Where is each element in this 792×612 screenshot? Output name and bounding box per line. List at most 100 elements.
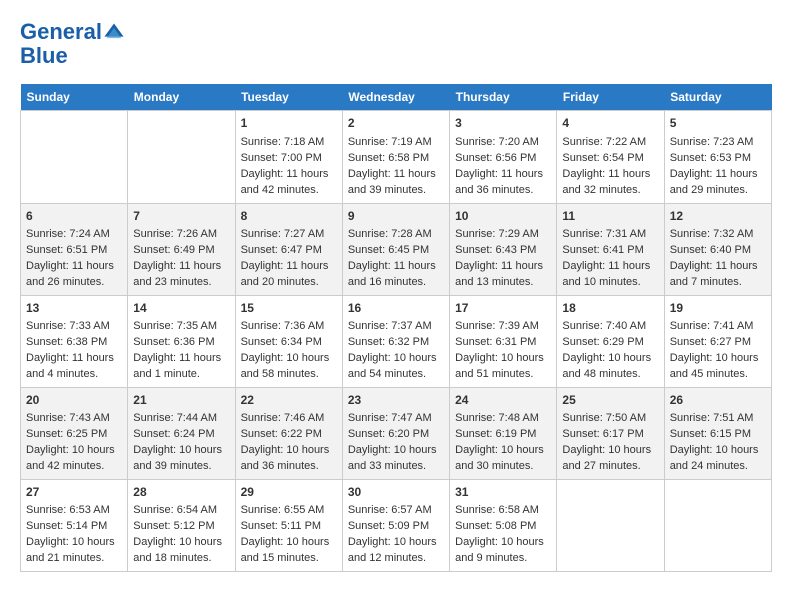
cell-content: Sunset: 6:32 PM xyxy=(348,335,444,351)
cell-content: Daylight: 10 hours and 39 minutes. xyxy=(133,443,229,475)
cell-content: Daylight: 10 hours and 33 minutes. xyxy=(348,443,444,475)
cell-content: Sunset: 6:54 PM xyxy=(562,151,658,167)
cell-content: Sunset: 6:38 PM xyxy=(26,335,122,351)
calendar-table: SundayMondayTuesdayWednesdayThursdayFrid… xyxy=(20,84,772,572)
calendar-cell: 21Sunrise: 7:44 AMSunset: 6:24 PMDayligh… xyxy=(128,387,235,479)
cell-content: Sunrise: 7:32 AM xyxy=(670,227,766,243)
logo: General Blue xyxy=(20,20,126,68)
cell-content: Daylight: 11 hours and 7 minutes. xyxy=(670,259,766,291)
cell-content: Sunset: 5:11 PM xyxy=(241,519,337,535)
cell-content: Sunset: 6:25 PM xyxy=(26,427,122,443)
cell-content: Sunset: 6:17 PM xyxy=(562,427,658,443)
day-number: 8 xyxy=(241,208,337,225)
cell-content: Sunset: 6:43 PM xyxy=(455,243,551,259)
cell-content: Daylight: 11 hours and 36 minutes. xyxy=(455,167,551,199)
cell-content: Sunset: 6:41 PM xyxy=(562,243,658,259)
cell-content: Sunrise: 6:55 AM xyxy=(241,503,337,519)
cell-content: Sunset: 7:00 PM xyxy=(241,151,337,167)
day-number: 19 xyxy=(670,300,766,317)
calendar-cell: 2Sunrise: 7:19 AMSunset: 6:58 PMDaylight… xyxy=(342,111,449,203)
day-number: 17 xyxy=(455,300,551,317)
day-number: 6 xyxy=(26,208,122,225)
day-number: 14 xyxy=(133,300,229,317)
cell-content: Daylight: 11 hours and 23 minutes. xyxy=(133,259,229,291)
calendar-cell: 3Sunrise: 7:20 AMSunset: 6:56 PMDaylight… xyxy=(450,111,557,203)
cell-content: Daylight: 10 hours and 15 minutes. xyxy=(241,535,337,567)
calendar-cell: 28Sunrise: 6:54 AMSunset: 5:12 PMDayligh… xyxy=(128,479,235,571)
calendar-cell: 29Sunrise: 6:55 AMSunset: 5:11 PMDayligh… xyxy=(235,479,342,571)
cell-content: Sunset: 5:14 PM xyxy=(26,519,122,535)
calendar-cell: 17Sunrise: 7:39 AMSunset: 6:31 PMDayligh… xyxy=(450,295,557,387)
cell-content: Sunset: 6:19 PM xyxy=(455,427,551,443)
calendar-cell: 14Sunrise: 7:35 AMSunset: 6:36 PMDayligh… xyxy=(128,295,235,387)
calendar-cell: 15Sunrise: 7:36 AMSunset: 6:34 PMDayligh… xyxy=(235,295,342,387)
cell-content: Daylight: 11 hours and 26 minutes. xyxy=(26,259,122,291)
calendar-cell: 10Sunrise: 7:29 AMSunset: 6:43 PMDayligh… xyxy=(450,203,557,295)
calendar-cell: 4Sunrise: 7:22 AMSunset: 6:54 PMDaylight… xyxy=(557,111,664,203)
cell-content: Sunrise: 7:40 AM xyxy=(562,319,658,335)
calendar-cell: 16Sunrise: 7:37 AMSunset: 6:32 PMDayligh… xyxy=(342,295,449,387)
cell-content: Sunrise: 7:31 AM xyxy=(562,227,658,243)
logo-blue: Blue xyxy=(20,44,126,68)
cell-content: Sunrise: 7:50 AM xyxy=(562,411,658,427)
logo-text: General xyxy=(20,20,126,44)
cell-content: Sunrise: 7:35 AM xyxy=(133,319,229,335)
cell-content: Sunrise: 7:27 AM xyxy=(241,227,337,243)
cell-content: Daylight: 11 hours and 16 minutes. xyxy=(348,259,444,291)
day-number: 5 xyxy=(670,115,766,132)
cell-content: Daylight: 10 hours and 27 minutes. xyxy=(562,443,658,475)
calendar-cell: 20Sunrise: 7:43 AMSunset: 6:25 PMDayligh… xyxy=(21,387,128,479)
cell-content: Sunset: 6:34 PM xyxy=(241,335,337,351)
cell-content: Daylight: 11 hours and 10 minutes. xyxy=(562,259,658,291)
cell-content: Daylight: 10 hours and 48 minutes. xyxy=(562,351,658,383)
cell-content: Sunrise: 7:33 AM xyxy=(26,319,122,335)
cell-content: Daylight: 10 hours and 21 minutes. xyxy=(26,535,122,567)
day-number: 20 xyxy=(26,392,122,409)
cell-content: Sunset: 6:58 PM xyxy=(348,151,444,167)
cell-content: Daylight: 11 hours and 39 minutes. xyxy=(348,167,444,199)
day-number: 9 xyxy=(348,208,444,225)
calendar-cell: 31Sunrise: 6:58 AMSunset: 5:08 PMDayligh… xyxy=(450,479,557,571)
calendar-cell: 25 Sunrise: 7:50 AMSunset: 6:17 PMDayligh… xyxy=(557,387,664,479)
day-number: 10 xyxy=(455,208,551,225)
cell-content: Sunset: 5:09 PM xyxy=(348,519,444,535)
calendar-cell: 11Sunrise: 7:31 AMSunset: 6:41 PMDayligh… xyxy=(557,203,664,295)
cell-content: Daylight: 10 hours and 42 minutes. xyxy=(26,443,122,475)
cell-content: Sunrise: 7:51 AM xyxy=(670,411,766,427)
day-number: 13 xyxy=(26,300,122,317)
cell-content: Sunrise: 7:37 AM xyxy=(348,319,444,335)
cell-content: Sunrise: 7:39 AM xyxy=(455,319,551,335)
day-number: 28 xyxy=(133,484,229,501)
calendar-cell xyxy=(664,479,771,571)
calendar-cell: 9Sunrise: 7:28 AMSunset: 6:45 PMDaylight… xyxy=(342,203,449,295)
cell-content: Sunrise: 6:53 AM xyxy=(26,503,122,519)
cell-content: Daylight: 11 hours and 13 minutes. xyxy=(455,259,551,291)
day-number: 21 xyxy=(133,392,229,409)
cell-content: Sunset: 6:53 PM xyxy=(670,151,766,167)
day-number: 18 xyxy=(562,300,658,317)
day-number: 7 xyxy=(133,208,229,225)
cell-content: Sunrise: 6:57 AM xyxy=(348,503,444,519)
calendar-cell xyxy=(128,111,235,203)
calendar-cell: 12Sunrise: 7:32 AMSunset: 6:40 PMDayligh… xyxy=(664,203,771,295)
cell-content: Daylight: 10 hours and 18 minutes. xyxy=(133,535,229,567)
day-number: 12 xyxy=(670,208,766,225)
calendar-cell: 30Sunrise: 6:57 AMSunset: 5:09 PMDayligh… xyxy=(342,479,449,571)
cell-content: Sunrise: 7:23 AM xyxy=(670,135,766,151)
day-number: 25 xyxy=(562,392,658,409)
cell-content: Sunrise: 7:18 AM xyxy=(241,135,337,151)
day-number: 26 xyxy=(670,392,766,409)
day-number: 1 xyxy=(241,115,337,132)
cell-content: Sunset: 6:22 PM xyxy=(241,427,337,443)
cell-content: Sunset: 6:20 PM xyxy=(348,427,444,443)
calendar-cell: 27Sunrise: 6:53 AMSunset: 5:14 PMDayligh… xyxy=(21,479,128,571)
calendar-cell: 13Sunrise: 7:33 AMSunset: 6:38 PMDayligh… xyxy=(21,295,128,387)
cell-content: Daylight: 10 hours and 30 minutes. xyxy=(455,443,551,475)
calendar-cell: 19Sunrise: 7:41 AMSunset: 6:27 PMDayligh… xyxy=(664,295,771,387)
cell-content: Daylight: 11 hours and 20 minutes. xyxy=(241,259,337,291)
cell-content: Sunrise: 7:36 AM xyxy=(241,319,337,335)
calendar-cell: 5Sunrise: 7:23 AMSunset: 6:53 PMDaylight… xyxy=(664,111,771,203)
cell-content: Daylight: 10 hours and 45 minutes. xyxy=(670,351,766,383)
day-of-week-tuesday: Tuesday xyxy=(235,84,342,111)
cell-content: Daylight: 10 hours and 9 minutes. xyxy=(455,535,551,567)
